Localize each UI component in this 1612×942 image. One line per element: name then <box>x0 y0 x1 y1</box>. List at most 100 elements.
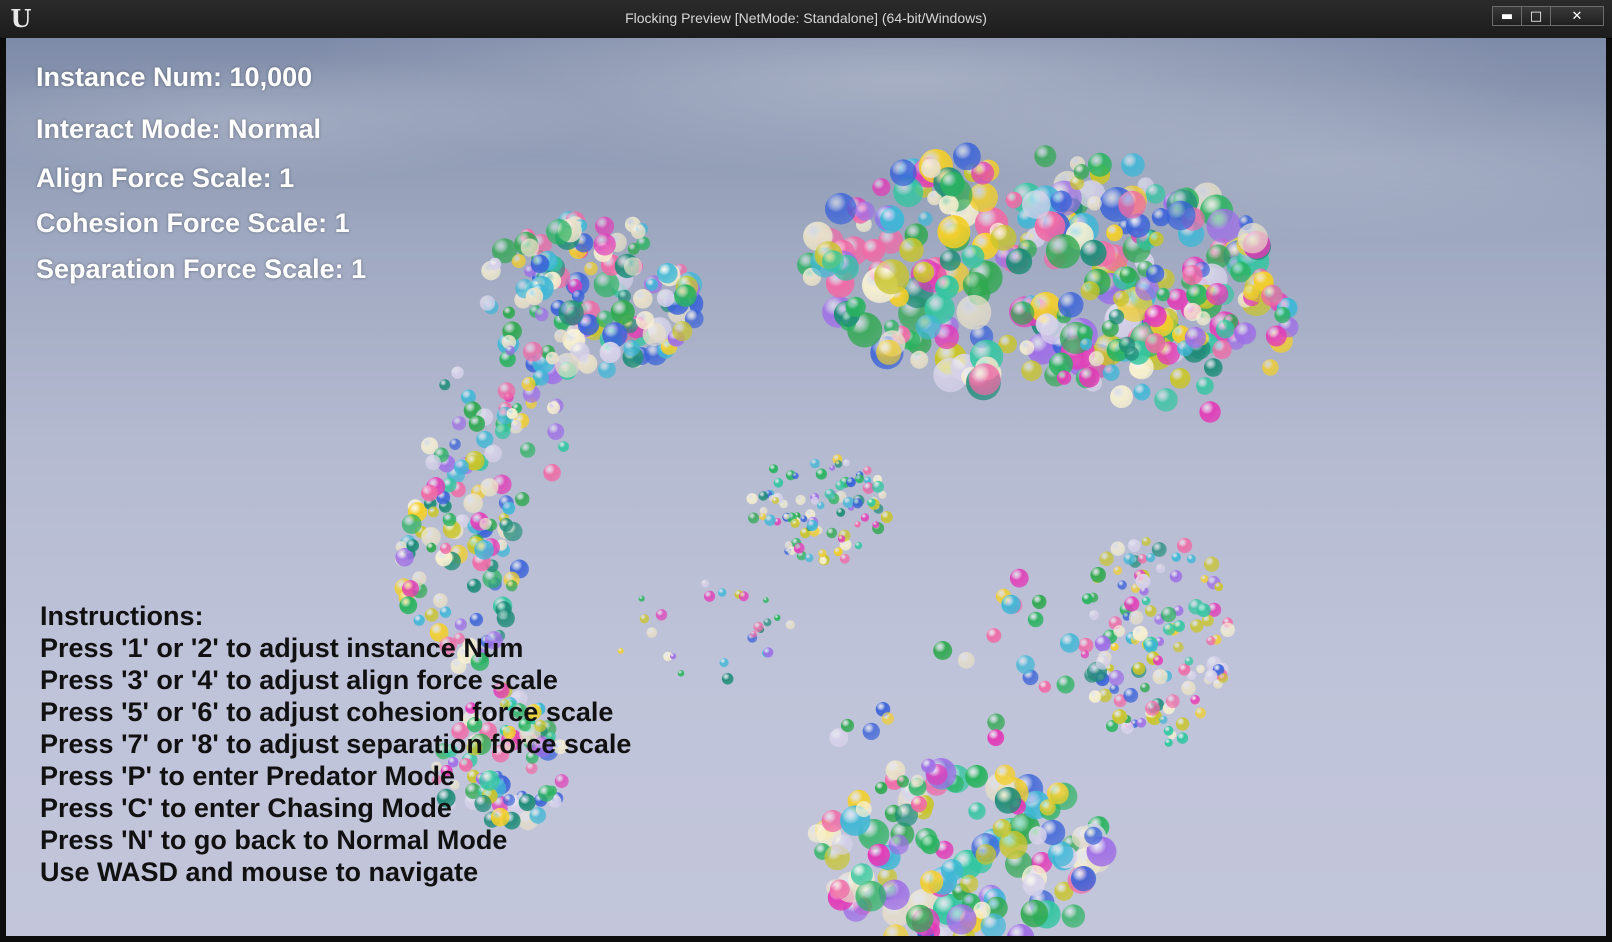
flock-sphere <box>956 294 992 330</box>
flock-sphere <box>1145 184 1166 204</box>
flock-sphere <box>1184 656 1194 666</box>
flock-sphere <box>1133 383 1151 401</box>
flock-sphere <box>452 416 467 431</box>
flock-sphere <box>1145 552 1156 563</box>
flock-sphere <box>804 553 814 563</box>
flock-sphere <box>875 781 888 795</box>
flock-sphere <box>911 796 927 813</box>
flock-sphere <box>1173 641 1184 653</box>
flock-sphere <box>810 458 820 469</box>
flock-sphere <box>1176 732 1189 744</box>
flock-sphere <box>495 423 511 440</box>
flock-sphere <box>957 651 975 669</box>
flock-sphere <box>935 275 959 300</box>
flock-sphere <box>855 880 887 912</box>
flock-sphere <box>1145 605 1157 617</box>
flock-sphere <box>746 493 758 505</box>
flock-sphere <box>968 802 986 820</box>
flock-sphere <box>1109 684 1120 694</box>
flock-sphere <box>467 578 482 593</box>
flock-sphere <box>1145 333 1166 354</box>
flock-sphere <box>899 237 924 263</box>
window-title: Flocking Preview [NetMode: Standalone] (… <box>625 10 987 26</box>
flock-sphere <box>1080 281 1100 301</box>
flock-sphere <box>1262 359 1279 376</box>
flock-sphere <box>835 480 846 491</box>
flock-sphere <box>769 464 779 474</box>
flock-sphere <box>773 478 784 488</box>
flock-sphere <box>1234 322 1257 345</box>
flock-sphere <box>1009 568 1029 588</box>
flock-sphere <box>1035 313 1058 336</box>
flock-sphere <box>1082 593 1093 605</box>
flock-sphere <box>677 670 685 677</box>
flock-sphere <box>758 491 769 501</box>
flock-sphere <box>599 341 621 363</box>
flock-sphere <box>1175 717 1190 731</box>
flock-sphere <box>1196 664 1205 674</box>
flock-sphere <box>1200 575 1209 583</box>
maximize-button[interactable]: □ <box>1521 6 1551 26</box>
flock-sphere <box>523 341 543 362</box>
flock-sphere <box>674 284 697 307</box>
flock-sphere <box>1110 385 1133 409</box>
flock-sphere <box>657 262 678 284</box>
flock-sphere <box>646 627 658 638</box>
flock-sphere <box>1022 873 1045 896</box>
flock-sphere <box>554 329 568 343</box>
flock-sphere <box>1220 622 1236 637</box>
instructions-panel: Instructions: Press '1' or '2' to adjust… <box>40 600 631 888</box>
flock-sphere <box>1108 309 1125 325</box>
flock-sphere <box>1159 715 1168 724</box>
flock-sphere <box>753 621 764 633</box>
flock-sphere <box>910 350 929 369</box>
flock-sphere <box>645 278 659 291</box>
flock-sphere <box>558 300 584 326</box>
flock-sphere <box>1182 265 1203 286</box>
flock-sphere <box>1166 200 1196 231</box>
flock-sphere <box>896 775 910 788</box>
minimize-button[interactable]: ▬ <box>1492 6 1522 26</box>
flock-sphere <box>748 512 760 524</box>
flock-sphere <box>1087 152 1112 177</box>
flock-sphere <box>425 454 441 471</box>
flock-sphere <box>1102 364 1120 381</box>
flock-sphere <box>953 142 981 171</box>
flock-sphere <box>639 614 650 624</box>
flock-sphere <box>933 641 953 660</box>
flock-sphere <box>994 764 1016 786</box>
flock-sphere <box>1060 633 1080 653</box>
flock-sphere <box>1136 717 1147 728</box>
flock-sphere <box>905 904 934 933</box>
flock-sphere <box>453 459 470 475</box>
flock-sphere <box>721 673 734 685</box>
close-button[interactable]: ✕ <box>1550 6 1604 26</box>
game-viewport[interactable]: Instance Num: 10,000 Interact Mode: Norm… <box>6 38 1606 936</box>
flock-sphere <box>1010 301 1035 325</box>
flock-sphere <box>499 518 513 532</box>
flock-sphere <box>1089 610 1099 620</box>
flock-sphere <box>506 408 518 420</box>
flock-sphere <box>822 250 844 273</box>
flock-sphere <box>1039 799 1056 816</box>
flock-sphere <box>842 459 850 467</box>
flock-sphere <box>1214 582 1224 592</box>
flock-sphere <box>880 511 893 524</box>
flock-sphere <box>623 339 641 357</box>
flock-sphere <box>1196 603 1211 618</box>
flock-sphere <box>1113 566 1123 575</box>
flock-sphere <box>990 224 1017 251</box>
title-bar[interactable]: U Flocking Preview [NetMode: Standalone]… <box>0 0 1612 39</box>
flock-sphere <box>913 261 935 283</box>
flock-sphere <box>610 300 635 325</box>
flock-sphere <box>829 464 836 471</box>
flock-sphere <box>406 539 420 552</box>
flock-sphere <box>1173 620 1185 633</box>
flock-sphere <box>862 722 880 741</box>
align-force-text: Align Force Scale: 1 <box>36 163 295 193</box>
flock-sphere <box>800 515 808 523</box>
flock-sphere <box>750 631 757 638</box>
flock-sphere <box>497 382 516 400</box>
flock-sphere <box>1057 292 1084 318</box>
flock-sphere <box>534 307 549 322</box>
